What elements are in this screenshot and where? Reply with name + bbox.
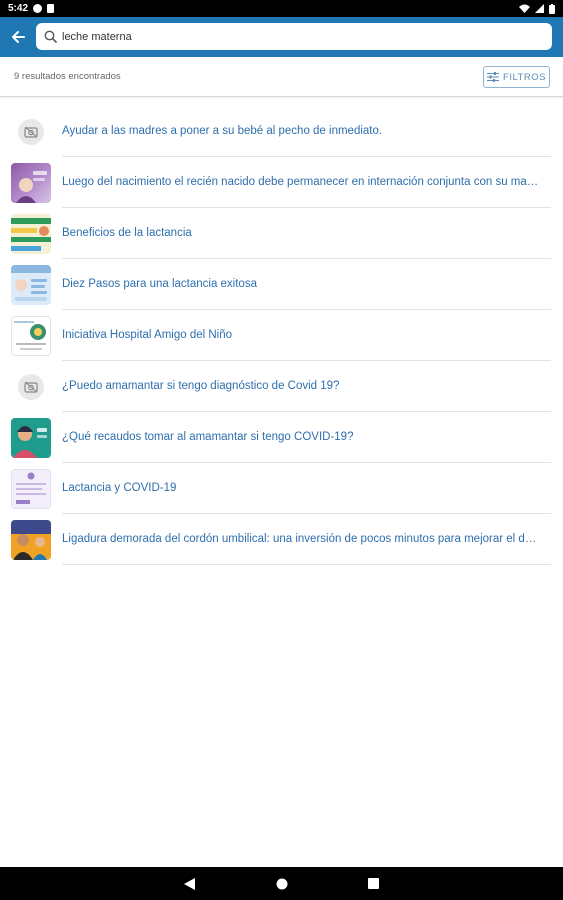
list-item-thumbnail: [11, 163, 51, 203]
list-item-title: ¿Qué recaudos tomar al amamantar si teng…: [62, 431, 354, 443]
recents-square-icon: [368, 878, 379, 889]
image-placeholder-icon: [11, 112, 51, 152]
list-item[interactable]: ¿Puedo amamantar si tengo diagnóstico de…: [0, 361, 563, 412]
list-item-title: Diez Pasos para una lactancia exitosa: [62, 278, 257, 290]
list-item-title: Luego del nacimiento el recién nacido de…: [62, 176, 542, 188]
wifi-icon: [519, 4, 530, 13]
status-time: 5:42: [8, 3, 29, 14]
system-recents-button[interactable]: [367, 877, 381, 891]
search-box[interactable]: [36, 23, 552, 50]
image-placeholder-icon: [11, 367, 51, 407]
arrow-left-icon: [12, 31, 25, 43]
back-button[interactable]: [0, 17, 36, 57]
system-nav-bar: [0, 867, 563, 900]
list-item[interactable]: Beneficios de la lactancia: [0, 208, 563, 259]
list-item[interactable]: Diez Pasos para una lactancia exitosa: [0, 259, 563, 310]
filters-button[interactable]: FILTROS: [483, 66, 550, 88]
list-item-title: Ayudar a las madres a poner a su bebé al…: [62, 125, 383, 137]
filters-label: FILTROS: [503, 71, 546, 83]
results-list: Ayudar a las madres a poner a su bebé al…: [0, 106, 563, 565]
back-triangle-icon: [184, 877, 195, 890]
list-item-thumbnail: [11, 316, 51, 356]
list-item[interactable]: ¿Qué recaudos tomar al amamantar si teng…: [0, 412, 563, 463]
list-item-title: ¿Puedo amamantar si tengo diagnóstico de…: [62, 380, 340, 392]
sim-icon: [47, 4, 55, 13]
list-item-title: Lactancia y COVID-19: [62, 482, 177, 494]
list-item-thumbnail: [11, 520, 51, 560]
battery-icon: [549, 3, 555, 14]
list-item[interactable]: Lactancia y COVID-19: [0, 463, 563, 514]
system-home-button[interactable]: [275, 877, 289, 891]
list-item[interactable]: Iniciativa Hospital Amigo del Niño: [0, 310, 563, 361]
system-back-button[interactable]: [183, 877, 197, 891]
home-circle-icon: [276, 878, 287, 889]
search-input[interactable]: [62, 30, 522, 43]
list-item-thumbnail: [11, 418, 51, 458]
notification-icon: [33, 4, 43, 13]
list-item-title: Iniciativa Hospital Amigo del Niño: [62, 329, 233, 341]
results-header: 9 resultados encontrados FILTROS: [0, 57, 563, 97]
list-item-title: Beneficios de la lactancia: [62, 227, 192, 239]
list-item[interactable]: Ligadura demorada del cordón umbilical: …: [0, 514, 563, 565]
results-count: 9 resultados encontrados: [14, 71, 121, 82]
list-item[interactable]: Luego del nacimiento el recién nacido de…: [0, 157, 563, 208]
list-item-title: Ligadura demorada del cordón umbilical: …: [62, 533, 542, 545]
list-item-thumbnail: [11, 265, 51, 305]
signal-icon: [535, 4, 544, 13]
search-icon: [42, 29, 58, 45]
list-item[interactable]: Ayudar a las madres a poner a su bebé al…: [0, 106, 563, 157]
sliders-icon: [487, 72, 500, 82]
list-item-thumbnail: [11, 469, 51, 509]
status-bar: 5:42: [0, 0, 563, 17]
app-bar: [0, 17, 563, 57]
list-item-thumbnail: [11, 214, 51, 254]
